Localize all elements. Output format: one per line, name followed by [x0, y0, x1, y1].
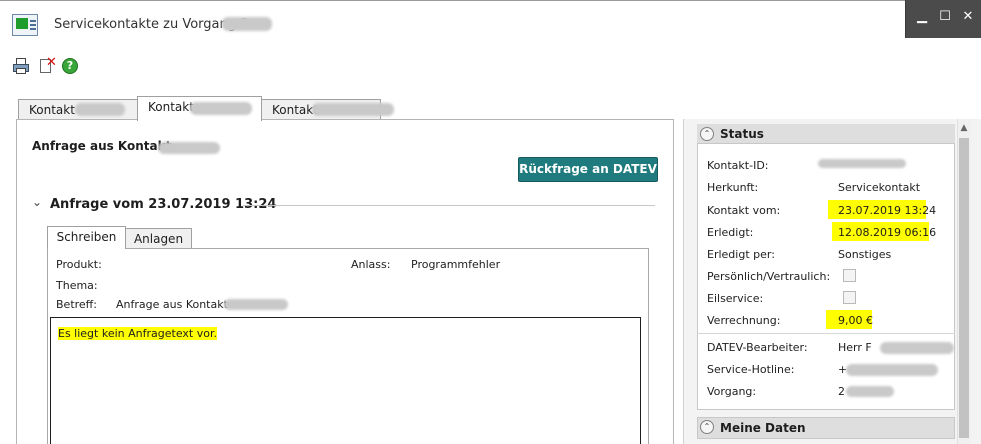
redacted-text	[818, 159, 906, 168]
redacted-text	[846, 386, 894, 397]
toolbar: ✕	[0, 52, 981, 80]
eilservice-label: Eilservice:	[707, 292, 764, 305]
tab-label: Kontakt	[148, 100, 194, 114]
tab-schreiben[interactable]: Schreiben	[47, 226, 126, 249]
redacted-text	[75, 103, 125, 116]
app-window-icon	[12, 14, 38, 36]
message-text: Es liegt kein Anfragetext vor.	[58, 327, 217, 340]
redacted-text	[158, 142, 220, 154]
erledigt-label: Erledigt:	[707, 226, 754, 239]
tab-label: Kontakt	[29, 103, 75, 117]
tab-anlagen[interactable]: Anlagen	[125, 228, 192, 249]
delete-document-icon[interactable]: ✕	[39, 55, 57, 74]
redacted-text	[190, 102, 252, 115]
redacted-text	[880, 342, 954, 354]
chevron-up-icon[interactable]: ⌃	[700, 420, 714, 434]
redacted-text	[846, 364, 938, 376]
anlass-label: Anlass:	[351, 258, 391, 271]
hotline-label: Service-Hotline:	[707, 363, 795, 376]
print-icon[interactable]	[13, 58, 29, 74]
chevron-up-icon[interactable]: ⌃	[700, 127, 714, 141]
redacted-text	[224, 299, 288, 310]
verrechnung-label: Verrechnung:	[707, 314, 781, 327]
betreff-label: Betreff:	[56, 298, 97, 311]
herkunft-label: Herkunft:	[707, 181, 759, 194]
kontakt-id-label: Kontakt-ID:	[707, 159, 769, 172]
window-controls: ▁ ☐ ✕	[905, 0, 981, 38]
rueckfrage-button[interactable]: Rückfrage an DATEV	[518, 157, 658, 182]
vorgang-label: Vorgang:	[707, 385, 757, 398]
window-title: Servicekontakte zu Vorgang 2	[54, 17, 249, 32]
bearbeiter-value: Herr F	[838, 341, 872, 354]
redacted-text	[312, 103, 394, 116]
meine-daten-title: Meine Daten	[720, 421, 806, 435]
vertraulich-checkbox[interactable]	[843, 269, 856, 282]
eilservice-checkbox[interactable]	[843, 291, 856, 304]
redacted-text	[222, 17, 272, 31]
maximize-button[interactable]: ☐	[935, 6, 955, 28]
divider	[243, 205, 655, 206]
close-button[interactable]: ✕	[958, 6, 978, 28]
erledigt-value: 12.08.2019 06:16	[838, 226, 937, 239]
herkunft-value: Servicekontakt	[838, 181, 921, 194]
scroll-up-arrow-icon[interactable]: ▲	[957, 121, 971, 135]
erledigt-per-label: Erledigt per:	[707, 248, 775, 261]
bearbeiter-label: DATEV-Bearbeiter:	[707, 341, 808, 354]
vorgang-value: 2	[838, 385, 845, 398]
erledigt-per-value: Sonstiges	[838, 248, 892, 261]
kontakt-vom-label: Kontakt vom:	[707, 204, 781, 217]
minimize-button[interactable]: ▁	[912, 6, 932, 28]
vertraulich-label: Persönlich/Vertraulich:	[707, 270, 831, 283]
scroll-thumb[interactable]	[959, 138, 969, 438]
thema-label: Thema:	[56, 279, 98, 292]
anlass-value: Programmfehler	[411, 258, 501, 271]
panel-title: Anfrage aus Kontakt	[32, 139, 172, 153]
verrechnung-value: 9,00 €	[838, 314, 873, 327]
produkt-label: Produkt:	[56, 258, 102, 271]
chevron-down-icon[interactable]: ⌄	[32, 195, 42, 209]
status-title: Status	[720, 127, 764, 141]
help-icon[interactable]: ?	[62, 58, 78, 74]
divider	[697, 333, 955, 334]
kontakt-vom-value: 23.07.2019 13:24	[838, 204, 937, 217]
betreff-value: Anfrage aus Kontakt	[116, 298, 228, 311]
